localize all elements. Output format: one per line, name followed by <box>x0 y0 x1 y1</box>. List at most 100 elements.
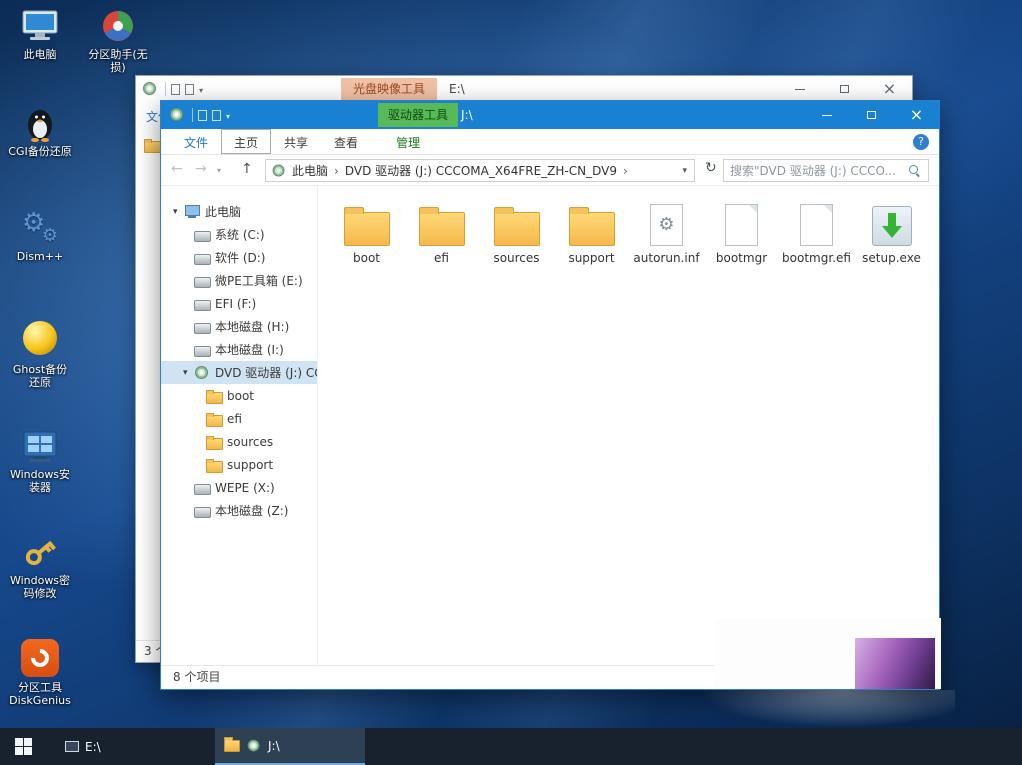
tree-item[interactable]: boot <box>161 384 317 407</box>
file-item[interactable]: boot <box>329 196 404 265</box>
explorer-window-j[interactable]: 驱动器工具 J:\ 文件 主页 共享 查看 管理 此电脑 <box>160 100 940 690</box>
desktop-icon-partition-assistant[interactable]: 分区助手(无损) <box>86 6 150 74</box>
title-bar[interactable]: 光盘映像工具 E:\ <box>136 76 912 102</box>
address-bar[interactable]: 此电脑 DVD 驱动器 (J:) CCCOMA_X64FRE_ZH-CN_DV9 <box>265 159 695 182</box>
tree-item-label: 本地磁盘 (H:) <box>215 318 289 335</box>
tab-home[interactable]: 主页 <box>221 129 271 154</box>
drive-icon <box>194 228 210 242</box>
key-icon <box>20 532 60 572</box>
tree-item[interactable]: 本地磁盘 (Z:) <box>161 499 317 522</box>
tab-share[interactable]: 共享 <box>271 129 321 154</box>
history-dropdown-icon[interactable] <box>217 166 221 175</box>
drive-icon <box>194 504 210 518</box>
search-box[interactable] <box>723 159 929 182</box>
tab-file[interactable]: 文件 <box>171 129 221 154</box>
drive-icon <box>194 320 210 334</box>
close-button[interactable] <box>867 76 912 102</box>
tree-item-label: DVD 驱动器 (J:) CC <box>215 364 317 381</box>
new-folder-icon[interactable] <box>212 110 221 121</box>
maximize-button[interactable] <box>849 101 894 129</box>
tab-manage[interactable]: 管理 <box>383 129 433 154</box>
file-item[interactable]: efi <box>404 196 479 265</box>
folder-icon <box>494 212 540 246</box>
taskbar-button-e[interactable]: E:\ <box>56 728 140 765</box>
chevron-right-icon[interactable] <box>623 164 628 178</box>
file-label: setup.exe <box>854 251 929 265</box>
desktop-icon-cgi-backup[interactable]: CGI备份还原 <box>8 103 72 158</box>
tree-item-label: support <box>227 458 273 472</box>
quick-access-dropdown-icon[interactable] <box>226 108 230 122</box>
partition-assistant-icon <box>98 6 138 46</box>
chevron-right-icon[interactable] <box>334 164 339 178</box>
forward-icon[interactable] <box>195 161 207 177</box>
new-folder-icon[interactable] <box>185 84 194 95</box>
tab-view[interactable]: 查看 <box>321 129 371 154</box>
desktop-icon-diskgenius[interactable]: 分区工具 DiskGenius <box>8 638 72 707</box>
file-item[interactable]: autorun.inf <box>629 196 704 265</box>
maximize-button[interactable] <box>822 76 867 102</box>
properties-icon[interactable] <box>198 110 207 121</box>
back-icon[interactable] <box>171 161 183 177</box>
desktop-icon-label: Ghost备份还原 <box>8 363 72 389</box>
minimize-button[interactable] <box>804 101 849 129</box>
properties-icon[interactable] <box>171 84 180 95</box>
search-input[interactable] <box>724 164 905 178</box>
diskgenius-icon <box>20 639 60 679</box>
breadcrumb-drive[interactable]: DVD 驱动器 (J:) CCCOMA_X64FRE_ZH-CN_DV9 <box>345 162 617 179</box>
tree-item[interactable]: WEPE (X:) <box>161 476 317 499</box>
window-icon[interactable] <box>169 108 185 122</box>
screen-artifact <box>715 618 941 689</box>
file-item[interactable]: support <box>554 196 629 265</box>
taskbar-button-label: E:\ <box>85 740 101 754</box>
close-button[interactable] <box>894 101 939 129</box>
file-label: efi <box>404 251 479 265</box>
disc-image-tools-tab[interactable]: 光盘映像工具 <box>341 78 437 100</box>
file-item[interactable]: bootmgr.efi <box>779 196 854 265</box>
up-icon[interactable] <box>241 161 253 177</box>
file-label: bootmgr <box>704 251 779 265</box>
dvd-icon <box>272 164 287 177</box>
tree-item[interactable]: 系统 (C:) <box>161 223 317 246</box>
desktop-icon-windows-password[interactable]: Windows密码修改 <box>8 532 72 600</box>
tree-item[interactable]: EFI (F:) <box>161 292 317 315</box>
tree-item-label: 本地磁盘 (Z:) <box>215 502 288 519</box>
desktop-icon-this-pc[interactable]: 此电脑 <box>8 6 72 61</box>
breadcrumb-this-pc[interactable]: 此电脑 <box>292 162 328 179</box>
desktop-icon-label: 分区助手(无损) <box>86 48 150 74</box>
tree-item[interactable]: 此电脑 <box>161 200 317 223</box>
help-icon[interactable] <box>913 134 929 150</box>
window-title: E:\ <box>449 82 465 96</box>
installer-monitor-icon <box>20 426 60 466</box>
taskbar-button-j[interactable]: J:\ <box>215 728 365 765</box>
expander-icon[interactable] <box>173 207 184 217</box>
title-bar[interactable]: 驱动器工具 J:\ <box>161 101 939 129</box>
minimize-button[interactable] <box>777 76 822 102</box>
refresh-icon[interactable] <box>705 160 717 176</box>
desktop-icon-dism[interactable]: Dism++ <box>8 208 72 263</box>
drive-icon <box>194 343 210 357</box>
inf-icon <box>650 204 683 246</box>
tree-item[interactable]: DVD 驱动器 (J:) CC <box>161 361 317 384</box>
ribbon-tabs: 文件 主页 共享 查看 管理 <box>161 129 939 155</box>
wallpaper-glare <box>703 690 955 727</box>
drive-tools-tab[interactable]: 驱动器工具 <box>378 103 458 127</box>
tree-item[interactable]: 微PE工具箱 (E:) <box>161 269 317 292</box>
tree-item[interactable]: 软件 (D:) <box>161 246 317 269</box>
tree-item[interactable]: 本地磁盘 (I:) <box>161 338 317 361</box>
start-button[interactable] <box>0 728 46 765</box>
tree-item[interactable]: support <box>161 453 317 476</box>
expander-icon[interactable] <box>183 368 194 378</box>
tree-item[interactable]: sources <box>161 430 317 453</box>
address-dropdown-icon[interactable] <box>682 166 694 176</box>
desktop-icon-ghost-backup[interactable]: Ghost备份还原 <box>8 318 72 389</box>
file-item[interactable]: sources <box>479 196 554 265</box>
search-icon <box>909 165 920 176</box>
taskbar: E:\ J:\ <box>0 728 1022 765</box>
tree-item[interactable]: 本地磁盘 (H:) <box>161 315 317 338</box>
quick-access-dropdown-icon[interactable] <box>199 82 203 96</box>
file-item[interactable]: bootmgr <box>704 196 779 265</box>
window-icon[interactable] <box>142 82 158 96</box>
tree-item[interactable]: efi <box>161 407 317 430</box>
file-item[interactable]: setup.exe <box>854 196 929 265</box>
desktop-icon-windows-installer[interactable]: Windows安装器 <box>8 426 72 494</box>
